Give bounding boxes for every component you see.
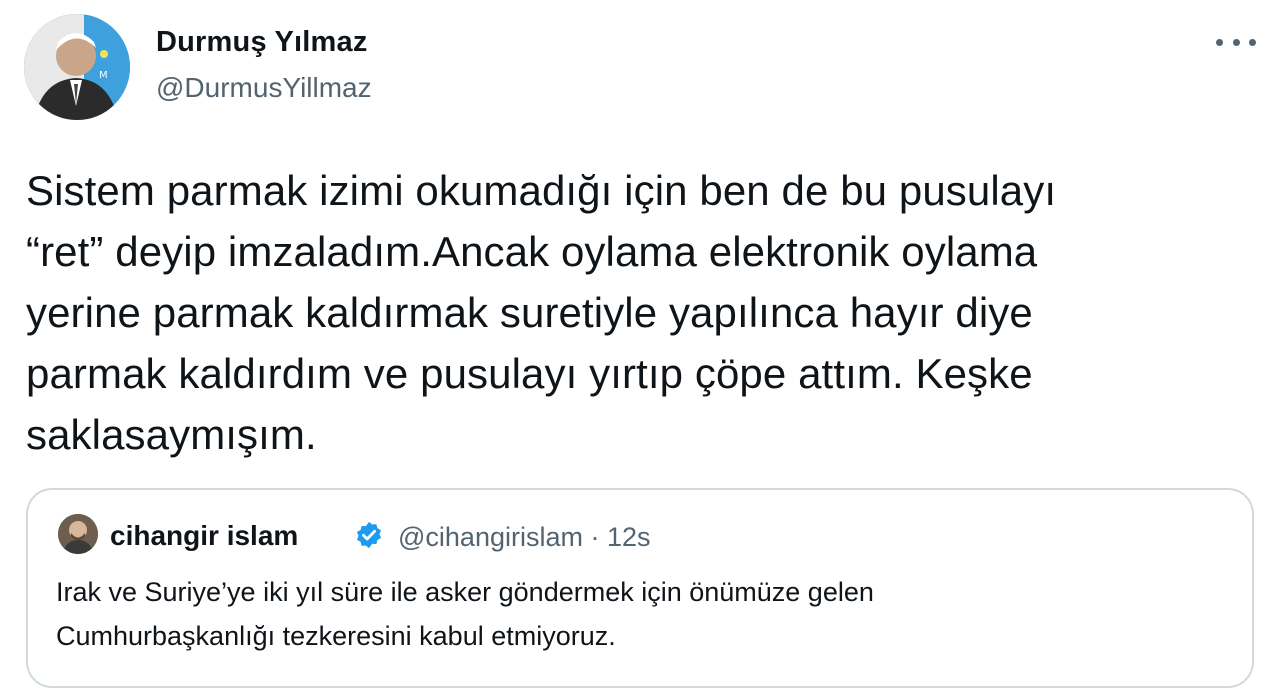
dot — [1232, 38, 1240, 46]
quoted-tweet[interactable]: cihangir islam @cihangirislam · 12s Irak… — [26, 488, 1254, 688]
tweet-card[interactable]: M Durmuş Yılmaz @DurmusYillmaz Sistem pa… — [0, 0, 1280, 688]
dot — [1216, 38, 1223, 46]
quoted-author-avatar[interactable] — [58, 514, 98, 554]
author-display-name[interactable]: Durmuş Yılmaz — [156, 26, 368, 59]
quoted-author-display-name[interactable]: cihangir islam — [110, 520, 298, 552]
svg-text:M: M — [99, 70, 108, 81]
tweet-text: Sistem parmak izimi okumadığı için ben d… — [26, 167, 1057, 458]
dot — [1249, 38, 1256, 46]
quoted-author-handle-time[interactable]: @cihangirislam · 12s — [398, 522, 651, 553]
quoted-tweet-text: Irak ve Suriye’ye iki yıl süre ile asker… — [56, 577, 874, 651]
more-options-icon[interactable] — [1216, 30, 1256, 54]
author-avatar[interactable]: M — [24, 14, 130, 120]
verified-badge-icon — [354, 520, 384, 550]
author-handle[interactable]: @DurmusYillmaz — [156, 72, 372, 104]
